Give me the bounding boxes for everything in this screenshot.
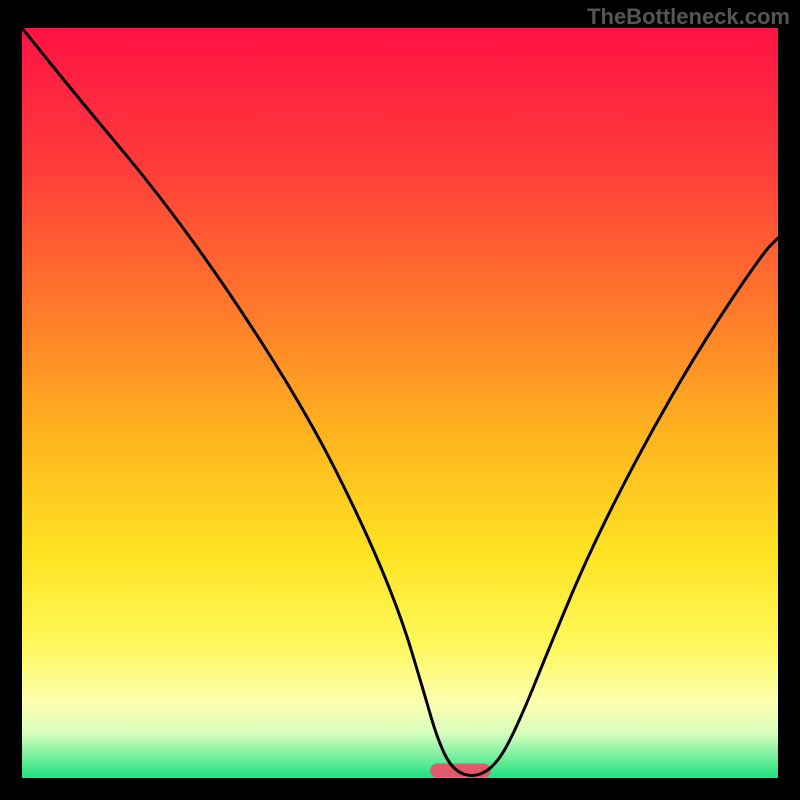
- watermark-text: TheBottleneck.com: [587, 4, 790, 30]
- optimal-range-marker: [430, 764, 490, 778]
- bottleneck-chart: [22, 28, 778, 778]
- chart-container: TheBottleneck.com: [0, 0, 800, 800]
- chart-background: [22, 28, 778, 778]
